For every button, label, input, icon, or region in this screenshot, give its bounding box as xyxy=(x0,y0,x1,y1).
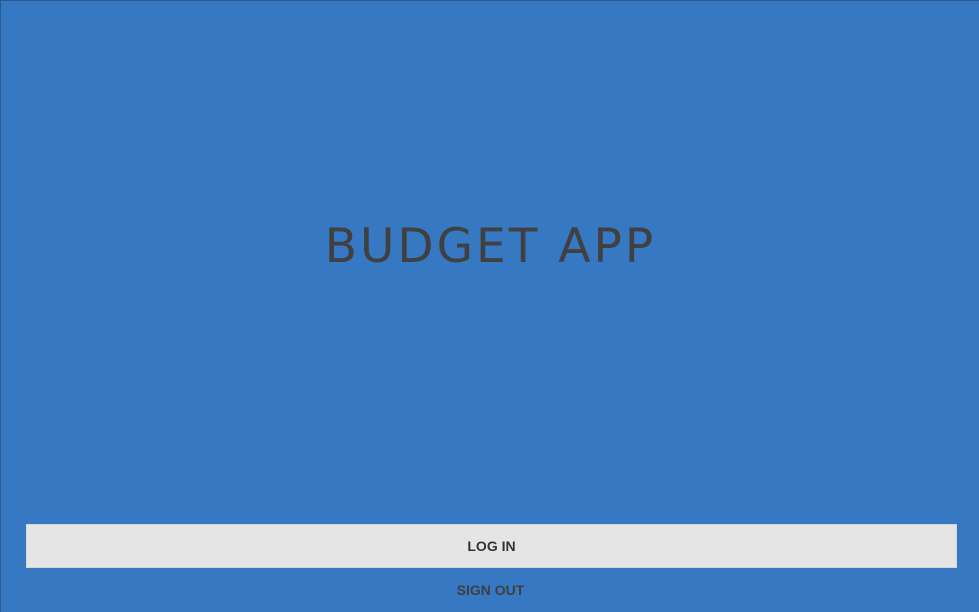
signout-link[interactable]: SIGN OUT xyxy=(1,580,979,600)
app-screen: BUDGET APP LOG IN SIGN OUT xyxy=(0,0,979,612)
app-title: BUDGET APP xyxy=(324,219,657,274)
login-button[interactable]: LOG IN xyxy=(26,524,957,568)
login-button-label: LOG IN xyxy=(467,538,516,554)
